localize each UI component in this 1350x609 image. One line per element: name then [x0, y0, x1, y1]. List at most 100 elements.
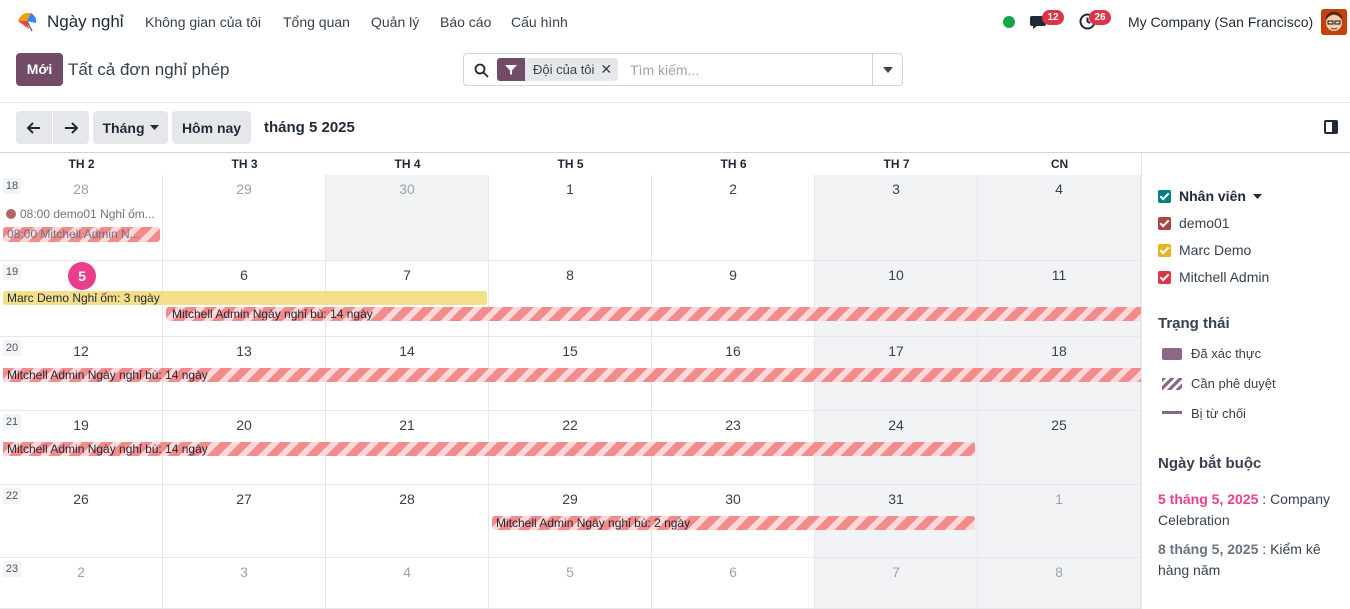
day-cell[interactable]: 11 — [978, 261, 1141, 337]
search-bar[interactable]: Đội của tôi ✕ Tìm kiếm... — [463, 53, 903, 86]
day-number: 3 — [892, 181, 900, 197]
day-number: 13 — [236, 343, 252, 359]
remove-facet-icon[interactable]: ✕ — [600, 58, 618, 81]
day-number: 20 — [236, 417, 252, 433]
day-cell[interactable]: 6 — [652, 558, 815, 609]
caret-down-icon — [1252, 194, 1262, 199]
today-button[interactable]: Hôm nay — [172, 111, 251, 144]
day-cell[interactable]: 8 — [978, 558, 1141, 609]
day-number: 2 — [77, 564, 85, 580]
day-number: 30 — [399, 181, 415, 197]
day-cell[interactable]: 2 — [0, 558, 163, 609]
event-mitchell-comp-leave[interactable]: Mitchell Admin Ngày nghỉ bù: 14 ngày — [3, 442, 975, 456]
day-cell[interactable]: 5 — [489, 558, 652, 609]
checkbox-icon[interactable] — [1158, 271, 1171, 284]
day-cell[interactable]: 4 — [978, 175, 1141, 261]
employee-filter-mitchell-admin[interactable]: Mitchell Admin — [1158, 269, 1269, 285]
day-number: 5 — [566, 564, 574, 580]
menu-reporting[interactable]: Báo cáo — [440, 14, 491, 30]
day-number: 1 — [566, 181, 574, 197]
day-cell[interactable]: 3 — [163, 558, 326, 609]
day-cell[interactable]: 29 — [163, 175, 326, 261]
event-mitchell-comp-leave-2[interactable]: Mitchell Admin Ngày nghỉ bù: 2 ngày — [492, 516, 975, 530]
menu-overview[interactable]: Tổng quan — [283, 14, 350, 30]
employee-name: Marc Demo — [1179, 242, 1252, 258]
event-mitchell-comp-leave[interactable]: Mitchell Admin Ngày nghỉ bù: 14 ngày — [166, 307, 1141, 321]
day-cell[interactable]: 9 — [652, 261, 815, 337]
day-cell[interactable]: 1 — [489, 175, 652, 261]
day-number: 7 — [892, 564, 900, 580]
legend-label: Bị từ chối — [1191, 406, 1246, 421]
checkbox-icon[interactable] — [1158, 217, 1171, 230]
previous-period-button[interactable] — [16, 111, 52, 144]
day-number: 1 — [1055, 491, 1063, 507]
arrow-right-icon — [65, 121, 78, 134]
new-button[interactable]: Mới — [16, 53, 63, 86]
employee-filter-header[interactable]: Nhân viên — [1158, 188, 1262, 204]
calendar-period-title: tháng 5 2025 — [264, 119, 355, 136]
next-period-button[interactable] — [53, 111, 89, 144]
day-number: 10 — [888, 267, 904, 283]
day-number: 12 — [73, 343, 89, 359]
activities-badge: 26 — [1089, 10, 1111, 25]
user-avatar[interactable] — [1321, 9, 1347, 35]
day-cell[interactable]: 26 — [0, 485, 163, 558]
status-legend-title: Trạng thái — [1158, 315, 1230, 332]
day-number: 27 — [236, 491, 252, 507]
employee-filter-demo01[interactable]: demo01 — [1158, 215, 1230, 231]
day-number: 19 — [73, 417, 89, 433]
day-cell[interactable]: 7 — [815, 558, 978, 609]
messages-badge: 12 — [1042, 10, 1064, 25]
avatar-image-icon — [1321, 9, 1347, 35]
menu-configuration[interactable]: Cấu hình — [511, 14, 568, 30]
day-cell[interactable]: 10 — [815, 261, 978, 337]
legend-solid-swatch — [1162, 348, 1182, 360]
day-cell[interactable]: 8 — [489, 261, 652, 337]
event-demo01-sick[interactable]: 08:00 demo01 Nghỉ ốm... — [6, 207, 155, 221]
event-mitchell-leave[interactable]: 08:00 Mitchell Admin N... — [3, 227, 160, 242]
presence-status-icon — [1003, 16, 1015, 28]
search-icon[interactable] — [474, 63, 489, 78]
sidebar-toggle-icon[interactable] — [1324, 120, 1338, 134]
weekday-header: TH 4 — [394, 157, 421, 171]
day-number: 7 — [403, 267, 411, 283]
day-cell[interactable]: 27 — [163, 485, 326, 558]
filter-icon — [497, 58, 525, 81]
employee-filter-title: Nhân viên — [1179, 188, 1246, 204]
day-cell[interactable]: 25 — [978, 411, 1141, 485]
day-cell[interactable]: 3 — [815, 175, 978, 261]
search-input[interactable]: Tìm kiếm... — [630, 62, 699, 78]
menu-management[interactable]: Quản lý — [371, 14, 419, 30]
scale-dropdown[interactable]: Tháng — [93, 111, 168, 144]
menu-my-space[interactable]: Không gian của tôi — [145, 14, 261, 30]
company-switcher[interactable]: My Company (San Francisco) — [1128, 14, 1313, 30]
caret-down-icon — [882, 66, 893, 73]
day-cell[interactable]: 2 — [652, 175, 815, 261]
day-number: 28 — [73, 181, 89, 197]
divider — [0, 102, 1350, 103]
facet-label: Đội của tôi — [533, 62, 595, 77]
day-number: 11 — [1051, 267, 1067, 283]
checkbox-icon[interactable] — [1158, 244, 1171, 257]
weekday-header: TH 7 — [883, 157, 910, 171]
calendar-sidebar: Nhân viên demo01 Marc Demo Mitchell Admi… — [1141, 153, 1350, 609]
day-number: 4 — [1055, 181, 1063, 197]
day-cell[interactable]: 1 — [978, 485, 1141, 558]
app-name[interactable]: Ngày nghỉ — [47, 12, 124, 32]
week-number: 20 — [3, 340, 21, 356]
day-number: 28 — [399, 491, 415, 507]
day-cell[interactable]: 28 — [326, 485, 489, 558]
event-mitchell-comp-leave[interactable]: Mitchell Admin Ngày nghỉ bù: 14 ngày — [3, 368, 1141, 382]
event-marc-demo-sick[interactable]: Marc Demo Nghỉ ốm: 3 ngày — [3, 291, 487, 305]
legend-to-approve: Cần phê duyệt — [1162, 376, 1276, 391]
event-dot-icon — [6, 209, 16, 219]
day-cell[interactable]: 30 — [326, 175, 489, 261]
day-cell[interactable]: 4 — [326, 558, 489, 609]
scale-label: Tháng — [102, 119, 145, 136]
employee-filter-marc-demo[interactable]: Marc Demo — [1158, 242, 1251, 258]
app-logo-icon[interactable] — [15, 9, 39, 33]
legend-line-swatch — [1162, 411, 1182, 414]
event-label: 08:00 Mitchell Admin N... — [7, 227, 140, 241]
search-options-toggle[interactable] — [872, 54, 902, 85]
checkbox-icon[interactable] — [1158, 190, 1171, 203]
